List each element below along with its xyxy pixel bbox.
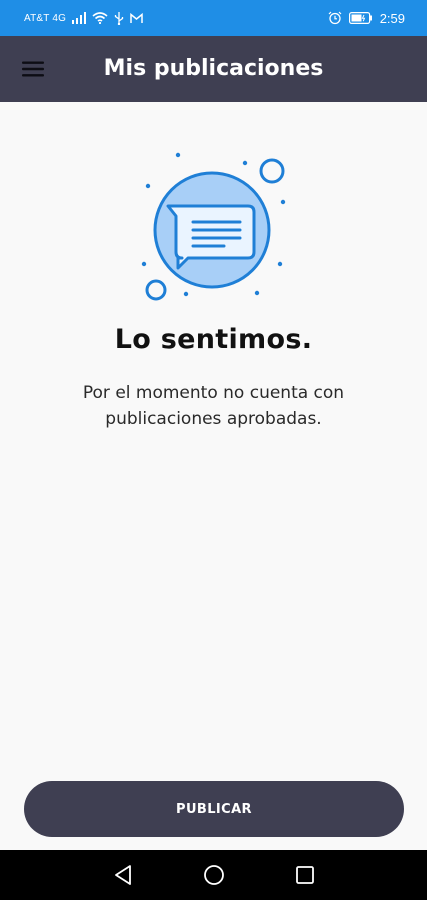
back-icon — [115, 865, 131, 885]
signal-icon — [72, 12, 87, 24]
app-bar: Mis publicaciones — [0, 36, 427, 102]
chat-message-icon — [141, 152, 286, 301]
system-nav-bar — [0, 850, 427, 900]
battery-icon — [348, 12, 372, 24]
home-button[interactable] — [202, 863, 226, 887]
home-icon — [204, 865, 224, 885]
empty-state-message: Por el momento no cuenta con publicacion… — [82, 383, 345, 429]
status-bar-left: AT&T 4G — [24, 10, 143, 26]
hamburger-menu-icon — [22, 61, 44, 77]
status-bar-right: 2:59 — [328, 9, 405, 27]
recents-icon — [296, 866, 314, 884]
gmail-icon — [130, 12, 143, 23]
recents-button[interactable] — [293, 863, 317, 887]
alarm-icon — [328, 11, 342, 25]
usb-icon — [115, 11, 124, 25]
publish-button[interactable]: PUBLICAR — [24, 781, 404, 837]
empty-state-title: Lo sentimos. — [114, 324, 313, 355]
status-bar: AT&T 4G 2:59 — [0, 0, 427, 36]
wifi-icon — [92, 12, 108, 24]
menu-button[interactable] — [17, 54, 49, 84]
status-time: 2:59 — [379, 10, 405, 26]
carrier-label: AT&T 4G — [24, 12, 67, 24]
page-title: Mis publicaciones — [103, 56, 324, 81]
back-button[interactable] — [111, 863, 135, 887]
